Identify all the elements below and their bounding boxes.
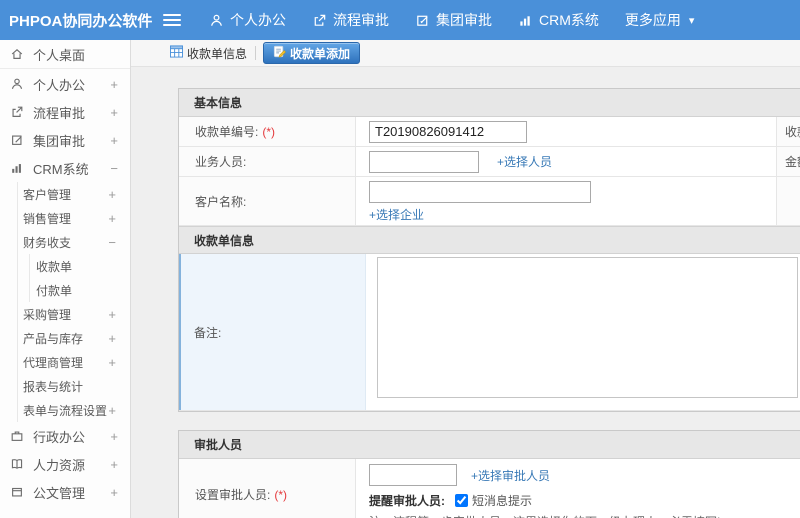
panel-gap bbox=[178, 412, 800, 430]
section-header-approval: 审批人员 bbox=[179, 431, 800, 459]
plus-icon[interactable]: + bbox=[110, 77, 118, 92]
plus-icon[interactable]: + bbox=[110, 429, 118, 444]
sidebar-item-form-flow-settings[interactable]: 表单与流程设置 + bbox=[18, 398, 130, 422]
minus-icon[interactable]: − bbox=[110, 161, 118, 176]
sidebar-item-payment[interactable]: 付款单 bbox=[30, 278, 130, 302]
sidebar-item-sales-mgmt[interactable]: 销售管理 + bbox=[18, 206, 130, 230]
sidebar-item-reports-stats[interactable]: 报表与统计 bbox=[18, 374, 130, 398]
edit-square-icon bbox=[10, 133, 25, 147]
plus-icon[interactable]: + bbox=[110, 105, 118, 120]
tab-bar: 收款单信息 收款单添加 bbox=[131, 40, 800, 67]
amount-label: 金额: bbox=[776, 147, 800, 176]
sidebar-item-agent-mgmt[interactable]: 代理商管理 + bbox=[18, 350, 130, 374]
caret-down-icon: ▾ bbox=[688, 14, 695, 27]
tab-separator bbox=[255, 46, 257, 60]
home-icon bbox=[10, 47, 25, 61]
form-add-icon bbox=[273, 45, 286, 61]
sidebar-item-document-mgmt[interactable]: 公文管理 + bbox=[0, 478, 130, 506]
sidebar-item-purchase-mgmt[interactable]: 采购管理 + bbox=[18, 302, 130, 326]
flow-icon bbox=[10, 105, 25, 119]
hamburger-icon[interactable] bbox=[163, 14, 181, 26]
table-grid-icon bbox=[170, 45, 183, 61]
row-approver: 设置审批人员: (*) +选择审批人员 提醒审批人员: 短消息提示 注：流程第一… bbox=[179, 459, 800, 518]
plus-icon[interactable]: + bbox=[110, 133, 118, 148]
minus-icon[interactable]: − bbox=[108, 235, 116, 250]
top-nav: 个人办公 流程审批 集团审批 CRM系统 更多应用 ▾ bbox=[183, 10, 694, 30]
tab-receipt-add[interactable]: 收款单添加 bbox=[263, 42, 361, 64]
sidebar-item-personal-office[interactable]: 个人办公 + bbox=[0, 70, 130, 98]
approver-input[interactable] bbox=[369, 464, 457, 486]
sidebar-item-product-inventory[interactable]: 产品与库存 + bbox=[18, 326, 130, 350]
required-mark: (*) bbox=[262, 124, 276, 139]
sms-remind-checkbox[interactable] bbox=[455, 494, 468, 507]
flow-icon bbox=[312, 13, 327, 28]
edit-square-icon bbox=[415, 13, 430, 28]
app-logo: PHPOA协同办公软件 bbox=[9, 12, 153, 30]
sidebar-item-group-approval[interactable]: 集团审批 + bbox=[0, 126, 130, 154]
plus-icon[interactable]: + bbox=[108, 211, 116, 226]
approver-label: 设置审批人员: bbox=[195, 488, 271, 502]
select-approver-link[interactable]: +选择审批人员 bbox=[471, 467, 550, 484]
remark-label: 备注: bbox=[194, 325, 222, 340]
sidebar-item-hr[interactable]: 人力资源 + bbox=[0, 450, 130, 478]
sms-remind-label: 短消息提示 bbox=[472, 494, 533, 508]
section-header-receipt-info: 收款单信息 bbox=[179, 226, 800, 254]
topbar: PHPOA协同办公软件 个人办公 流程审批 集团审批 CRM系统 更多应用 ▾ bbox=[0, 0, 800, 40]
plus-icon[interactable]: + bbox=[110, 485, 118, 500]
sidebar-item-admin-office[interactable]: 行政办公 + bbox=[0, 422, 130, 450]
receipt-no-label: 收款单编号: bbox=[195, 125, 259, 139]
select-company-link[interactable]: +选择企业 bbox=[369, 206, 424, 223]
sidebar-item-customer-mgmt[interactable]: 客户管理 + bbox=[18, 182, 130, 206]
briefcase-icon bbox=[10, 429, 25, 443]
sidebar-item-workflow-approval[interactable]: 流程审批 + bbox=[0, 98, 130, 126]
plus-icon[interactable]: + bbox=[108, 307, 116, 322]
nav-group-approval[interactable]: 集团审批 bbox=[415, 10, 492, 30]
salesperson-input[interactable] bbox=[369, 150, 479, 173]
user-icon bbox=[10, 77, 25, 91]
customer-name-input[interactable] bbox=[369, 181, 591, 203]
sidebar-item-crm-system[interactable]: CRM系统 − bbox=[0, 154, 130, 182]
row-remark: 备注: bbox=[179, 254, 800, 411]
salesperson-label: 业务人员: bbox=[195, 155, 247, 169]
plus-icon[interactable]: + bbox=[108, 403, 116, 418]
plus-icon[interactable]: + bbox=[108, 187, 116, 202]
customer-name-label: 客户名称: bbox=[195, 194, 247, 209]
nav-workflow-approval[interactable]: 流程审批 bbox=[312, 10, 389, 30]
remark-textarea[interactable] bbox=[377, 257, 798, 398]
tab-receipt-info[interactable]: 收款单信息 bbox=[165, 45, 252, 62]
remind-approver-label: 提醒审批人员: bbox=[369, 494, 445, 508]
sidebar: 个人桌面 个人办公 + 流程审批 + 集团审批 + CRM系统 − 客户管理 +… bbox=[0, 40, 131, 518]
required-mark: (*) bbox=[274, 487, 288, 502]
receipt-date-label: 收款单日期: bbox=[776, 117, 800, 146]
form-content: 基本信息 收款单编号: (*) 收款单日期: 业务人员: +选择人员 bbox=[131, 67, 800, 518]
row-salesperson: 业务人员: +选择人员 金额: bbox=[179, 147, 800, 177]
finance-submenu: 收款单 付款单 bbox=[29, 254, 130, 302]
approval-note: 注：流程第一步审批人员，这里选择你的下一级办理人，必需填写! bbox=[369, 513, 800, 518]
document-icon bbox=[10, 485, 25, 499]
sidebar-item-personal-desktop[interactable]: 个人桌面 bbox=[0, 40, 130, 69]
main-area: 收款单信息 收款单添加 基本信息 收款单编号: (*) 收款单日期: bbox=[131, 40, 800, 518]
sidebar-item-receipt[interactable]: 收款单 bbox=[30, 254, 130, 278]
sidebar-item-finance[interactable]: 财务收支 − bbox=[18, 230, 130, 254]
nav-personal-office[interactable]: 个人办公 bbox=[209, 10, 286, 30]
crm-submenu: 客户管理 + 销售管理 + 财务收支 − 收款单 付款单 采购管理 + 产品与库… bbox=[17, 182, 130, 422]
nav-crm[interactable]: CRM系统 bbox=[518, 10, 599, 30]
bar-chart-icon bbox=[518, 13, 533, 28]
row-customer-name: 客户名称: +选择企业 bbox=[179, 177, 800, 226]
select-person-link[interactable]: +选择人员 bbox=[497, 153, 552, 170]
receipt-no-input[interactable] bbox=[369, 120, 527, 143]
plus-icon[interactable]: + bbox=[108, 355, 116, 370]
book-icon bbox=[10, 457, 25, 471]
plus-icon[interactable]: + bbox=[108, 331, 116, 346]
receipt-form-panel: 基本信息 收款单编号: (*) 收款单日期: 业务人员: +选择人员 bbox=[178, 88, 800, 412]
row-receipt-no: 收款单编号: (*) 收款单日期: bbox=[179, 117, 800, 147]
approval-panel: 审批人员 设置审批人员: (*) +选择审批人员 提醒审批人员: 短消息提示 bbox=[178, 430, 800, 518]
bar-chart-icon bbox=[10, 161, 25, 175]
section-header-basic-info: 基本信息 bbox=[179, 89, 800, 117]
user-icon bbox=[209, 13, 224, 28]
nav-more-apps[interactable]: 更多应用 ▾ bbox=[625, 10, 695, 30]
plus-icon[interactable]: + bbox=[110, 457, 118, 472]
